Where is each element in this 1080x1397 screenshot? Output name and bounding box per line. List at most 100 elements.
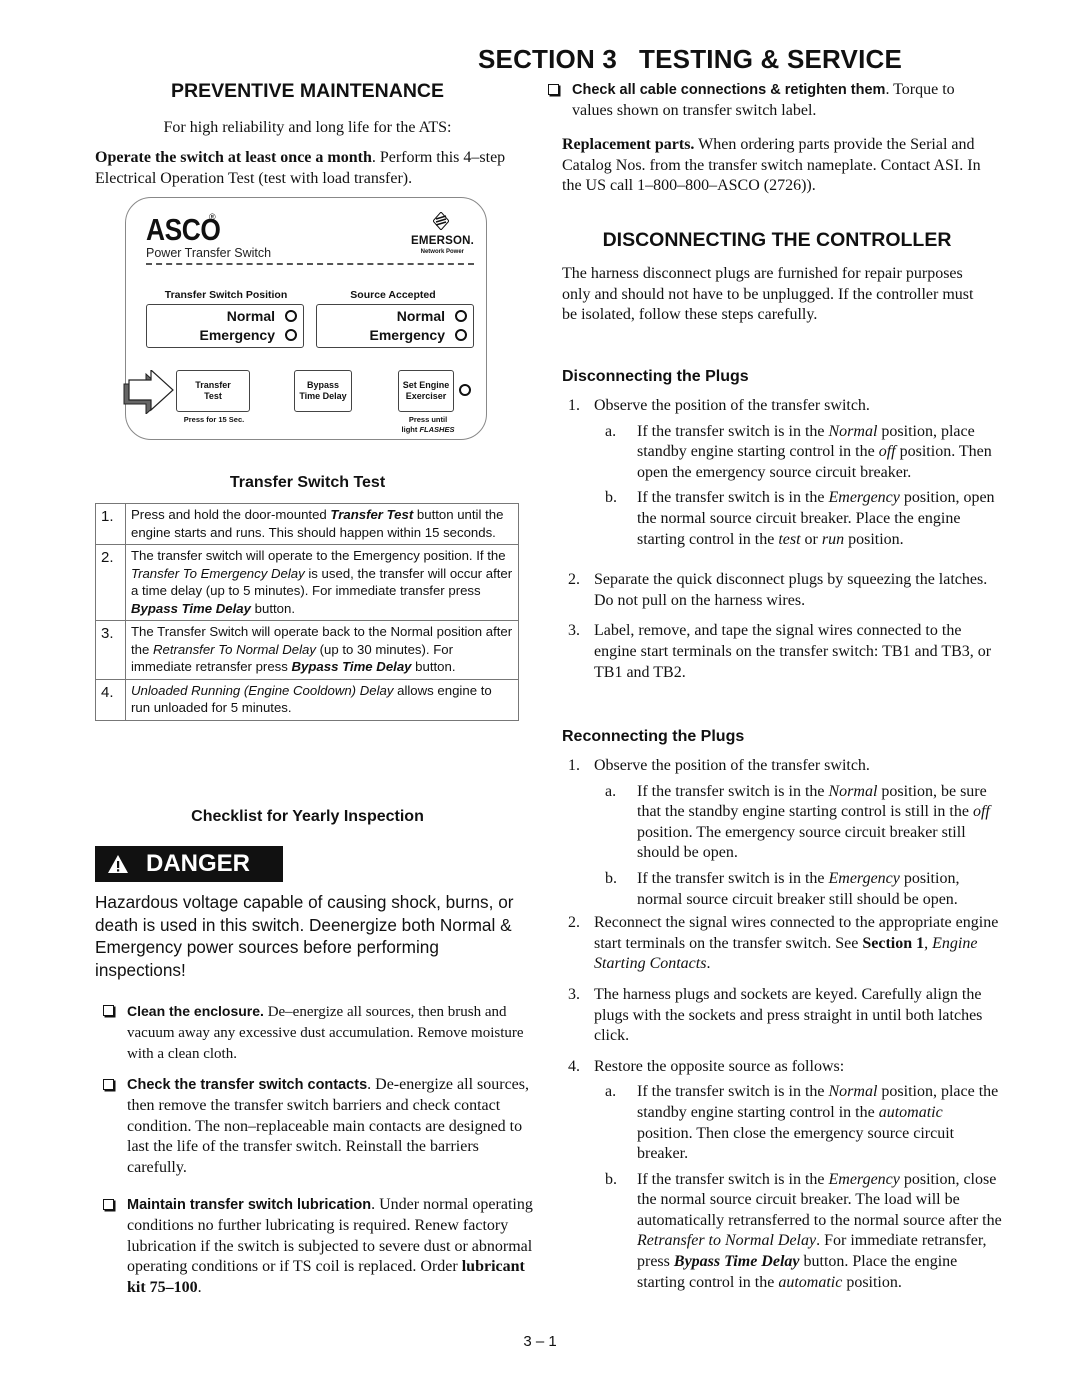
list-item: 2. Separate the quick disconnect plugs by… [562,570,1002,611]
text-run: If the transfer switch is in the [637,1083,829,1101]
text-run: If the transfer switch is in the [637,869,829,887]
step-number: 3. [568,985,580,1003]
text-run: . [197,1279,202,1297]
italic-text: Emergency [828,489,900,507]
transfer-switch-position-indicators: Normal Emergency [146,304,304,348]
registered-mark: ® [209,212,216,222]
indicator-light-icon [455,310,467,322]
exerciser-note-line1: Press until [408,415,448,424]
step-text: The Transfer Switch will operate back to… [125,620,519,680]
transfer-test-button[interactable]: Transfer Test [176,370,250,412]
bold-text: Replacement parts. [562,136,695,153]
ats-control-panel-illustration: ASCO ® Power Transfer Switch EMERSON. Ne… [123,197,487,440]
checklist-item-clean-enclosure[interactable]: Clean the enclosure. De–energize all sou… [95,1001,535,1064]
sub-step-text: If the transfer switch is in the Normal … [637,782,1002,864]
italic-text: test [778,530,801,548]
text-run: button. [250,600,295,616]
text-run: position. [842,1273,902,1291]
sub-step-text: If the transfer switch is in the Emergen… [637,869,1002,910]
step-number: 3. [95,620,126,680]
transfer-switch-position-label: Transfer Switch Position [164,289,288,301]
step-number: 2. [568,571,580,589]
checkbox-icon[interactable] [548,84,559,95]
step-number: 1. [568,757,580,774]
text-run: Press and hold the door-mounted [131,507,331,522]
button-label-line1: Transfer [195,380,231,390]
step-number: 2. [95,544,126,621]
italic-text: off [972,803,990,821]
list-item: 4. Restore the opposite source as follows… [562,1057,1002,1294]
yearly-inspection-heading: Checklist for Yearly Inspection [191,808,424,825]
step-text: Unloaded Running (Engine Cooldown) Delay… [125,678,519,721]
sub-step-text: If the transfer switch is in the Emergen… [637,488,1002,550]
checklist-item-lubrication[interactable]: Maintain transfer switch lubrication. Un… [95,1195,535,1299]
section-number: SECTION 3 [477,44,618,74]
step-number: 1. [568,397,580,414]
bold-italic-text: Transfer Test [330,507,414,522]
checkbox-icon[interactable] [103,1199,114,1210]
text-run: position. The emergency source circuit b… [637,823,966,862]
step-number: 1. [95,503,126,545]
checklist-item-check-contacts[interactable]: Check the transfer switch contacts. De-e… [95,1075,535,1179]
italic-text: Unloaded Running (Engine Cooldown) Delay [131,682,394,698]
bypass-time-delay-button[interactable]: Bypass Time Delay [294,370,352,412]
step-number: 3. [568,622,580,640]
text-run: If the transfer switch is in the [637,1170,829,1188]
table-row: 1. Press and hold the door-mounted Transf… [95,503,519,545]
text-run: position. Then close the emergency sourc… [637,1124,955,1163]
sub-step-text: If the transfer switch is in the Normal … [637,1082,1002,1164]
button-label-line1: Bypass [306,380,340,390]
source-accepted-label: Source Accepted [350,289,436,301]
checklist-item-cable-connections[interactable]: Check all cable connections & retighten … [540,80,995,122]
sub-step-text: If the transfer switch is in the Normal … [637,422,1002,484]
checkbox-icon[interactable] [103,1079,114,1090]
text-run: Observe the position of the transfer swi… [594,757,870,774]
step-text: The harness plugs and sockets are keyed.… [594,985,1002,1047]
step-text: Press and hold the door-mounted Transfer… [125,503,519,545]
exerciser-light-icon [459,384,471,396]
exerciser-note: Press until light FLASHES [386,415,470,434]
text-run: position. [844,530,904,548]
sub-step-letter: a. [605,422,617,440]
set-engine-exerciser-button[interactable]: Set Engine Exerciser [398,370,454,412]
emerson-subtitle: Network Power [420,249,464,255]
italic-text: off [878,443,896,461]
button-label-line1: Set Engine [402,380,450,390]
transfer-switch-test-heading: Transfer Switch Test [229,474,386,491]
checklist-item-lead: Check all cable connections & retighten … [572,82,886,98]
italic-text: Emergency [828,869,900,887]
step-text: Reconnect the signal wires connected to … [594,913,1002,975]
indicator-row-emergency: Emergency [200,327,297,343]
button-label-line2: Exerciser [405,391,447,401]
emerson-logo: EMERSON. [411,235,474,247]
danger-message: Hazardous voltage capable of causing sho… [95,892,514,980]
sub-step: a. If the transfer switch is in the Norma… [592,782,1002,864]
step-number: 2. [568,914,580,932]
checklist-item-lead: Check the transfer switch contacts [127,1077,368,1093]
table-row: 3. The Transfer Switch will operate back … [95,620,519,680]
list-item: 3. Label, remove, and tape the signal wir… [562,621,1002,683]
sub-step: b. If the transfer switch is in the Emerg… [592,488,1002,550]
indicator-row-normal: Normal [227,308,297,324]
text-run: button. [411,659,456,674]
indicator-row-normal: Normal [397,308,467,324]
exerciser-note-line2: light [401,424,420,434]
italic-text: Retransfer To Normal Delay [153,641,316,657]
step-number: 4. [95,678,126,721]
emerson-logo-icon [433,212,449,230]
sub-step: a. If the transfer switch is in the Norma… [592,422,1002,484]
preventive-maintenance-intro: For high reliability and long life for t… [163,119,452,136]
italic-text: Normal [828,782,878,800]
arrow-right-icon [123,370,174,414]
text-run: If the transfer switch is in the [637,782,829,800]
italic-text: Normal [828,1083,878,1101]
bold-text: Section 1 [862,934,925,952]
bold-italic-text: Bypass Time Delay [131,600,251,616]
checkbox-icon[interactable] [103,1005,114,1016]
disconnecting-plugs-heading: Disconnecting the Plugs [562,368,749,385]
step-text: Restore the opposite source as follows: [594,1057,1002,1078]
page-number: 3 – 1 [523,1333,557,1350]
panel-subtitle: Power Transfer Switch [146,246,272,260]
indicator-label: Emergency [369,327,445,343]
text-run: Restore the opposite source as follows: [594,1057,845,1075]
